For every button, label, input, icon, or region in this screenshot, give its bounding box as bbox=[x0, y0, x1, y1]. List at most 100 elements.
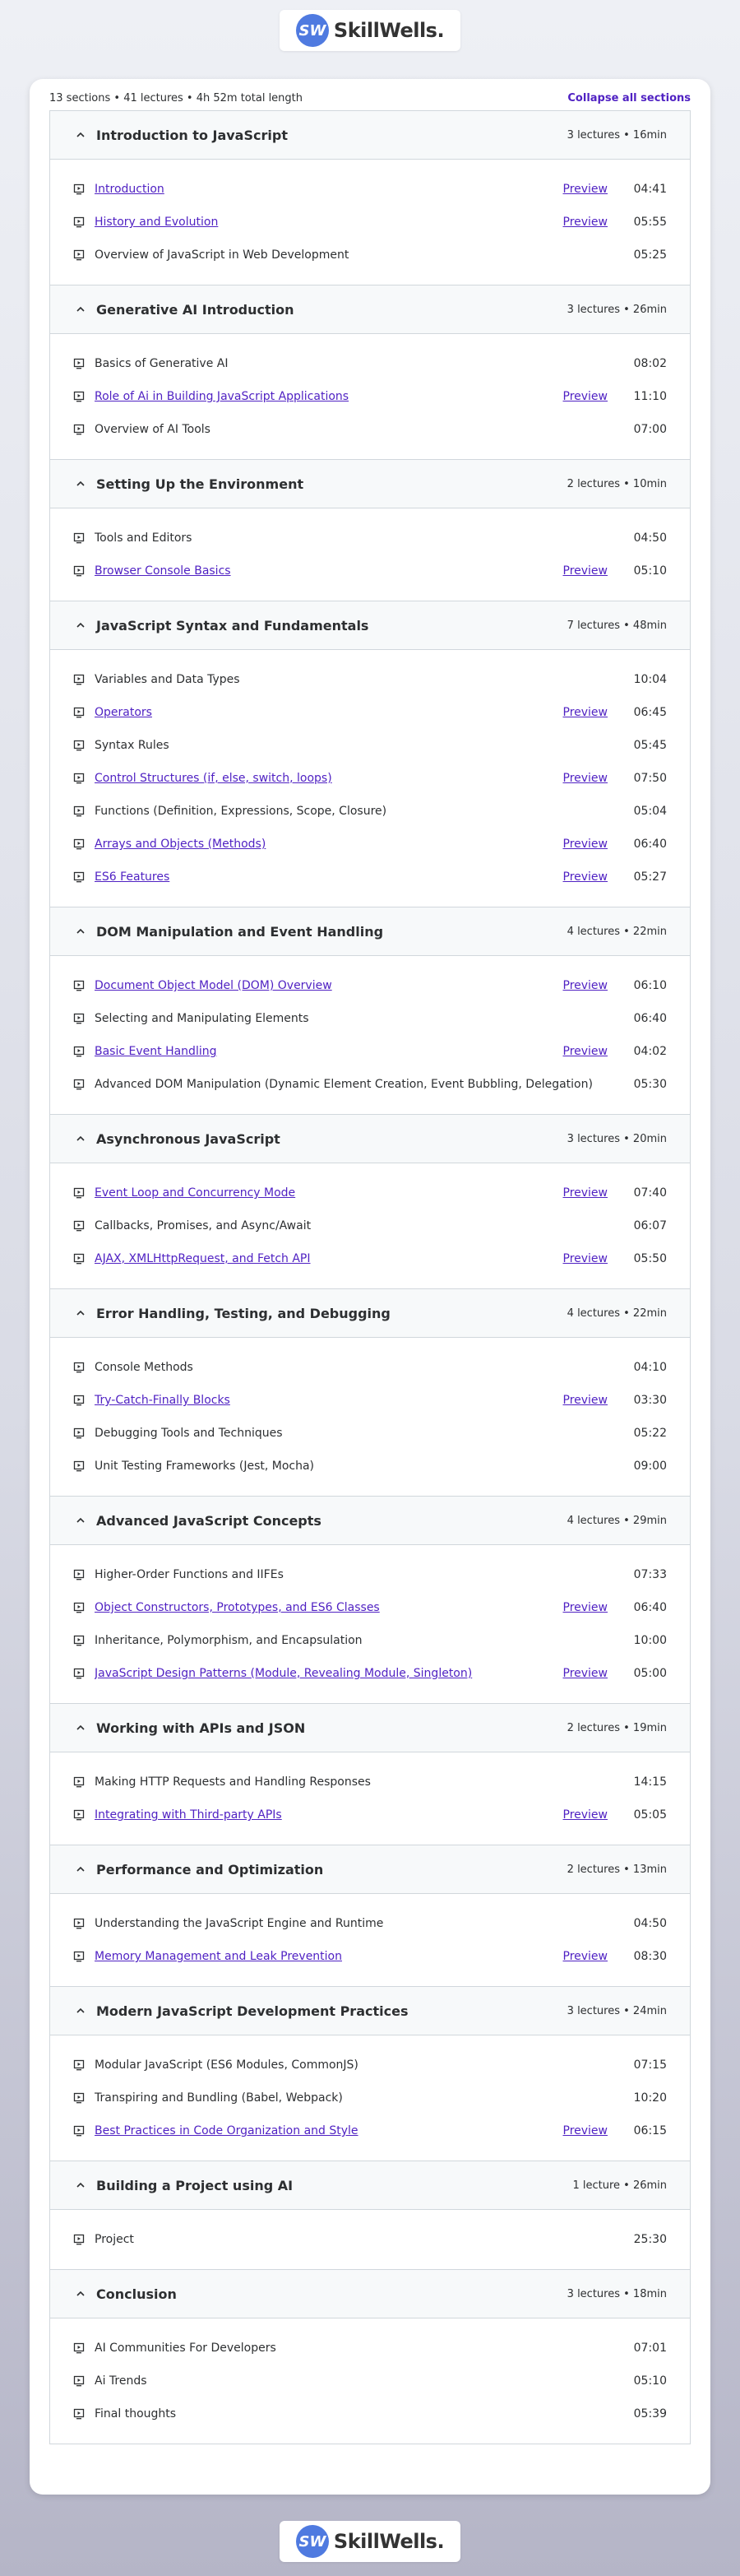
preview-link[interactable]: Preview bbox=[563, 1394, 608, 1407]
lecture-item[interactable]: Role of Ai in Building JavaScript Applic… bbox=[50, 380, 690, 413]
preview-link[interactable]: Preview bbox=[563, 1601, 608, 1614]
lecture-title[interactable]: Role of Ai in Building JavaScript Applic… bbox=[95, 390, 563, 403]
lecture-item[interactable]: JavaScript Design Patterns (Module, Reve… bbox=[50, 1657, 690, 1690]
preview-link[interactable]: Preview bbox=[563, 216, 608, 229]
lecture-duration: 10:20 bbox=[633, 2091, 667, 2105]
preview-link[interactable]: Preview bbox=[563, 838, 608, 851]
lecture-item[interactable]: Memory Management and Leak Prevention Pre… bbox=[50, 1940, 690, 1973]
lecture-title[interactable]: Browser Console Basics bbox=[95, 564, 563, 578]
curriculum-card: 13 sections • 41 lectures • 4h 52m total… bbox=[30, 79, 710, 2495]
lecture-title[interactable]: JavaScript Design Patterns (Module, Reve… bbox=[95, 1667, 563, 1680]
lecture-item[interactable]: Basic Event Handling Preview 04:02 bbox=[50, 1035, 690, 1068]
lecture-item[interactable]: Best Practices in Code Organization and … bbox=[50, 2114, 690, 2147]
section-header[interactable]: Asynchronous JavaScript 3 lectures • 20mi… bbox=[50, 1115, 690, 1163]
lecture-title[interactable]: Event Loop and Concurrency Mode bbox=[95, 1186, 563, 1200]
video-icon bbox=[73, 1635, 85, 1646]
lecture-duration: 04:02 bbox=[633, 1045, 667, 1058]
lecture-title[interactable]: Arrays and Objects (Methods) bbox=[95, 838, 563, 851]
lecture-item[interactable]: ES6 Features Preview 05:27 bbox=[50, 861, 690, 893]
lecture-title[interactable]: Document Object Model (DOM) Overview bbox=[95, 979, 563, 992]
lecture-title[interactable]: Operators bbox=[95, 706, 563, 719]
lecture-duration: 05:27 bbox=[633, 870, 667, 884]
lecture-item[interactable]: AJAX, XMLHttpRequest, and Fetch API Previ… bbox=[50, 1242, 690, 1275]
section-lecture-list: Understanding the JavaScript Engine and … bbox=[50, 1894, 690, 1987]
section-title: Conclusion bbox=[96, 2286, 177, 2302]
lecture-title[interactable]: Try-Catch-Finally Blocks bbox=[95, 1394, 563, 1407]
lecture-item[interactable]: Object Constructors, Prototypes, and ES6… bbox=[50, 1591, 690, 1624]
lecture-title: Overview of JavaScript in Web Developmen… bbox=[95, 248, 349, 262]
collapse-all-button[interactable]: Collapse all sections bbox=[567, 92, 691, 104]
section-header[interactable]: Introduction to JavaScript 3 lectures • 1… bbox=[50, 111, 690, 160]
section-meta: 2 lectures • 13min bbox=[567, 1863, 667, 1876]
brand-logo-bottom[interactable]: SW SkillWells. bbox=[280, 2521, 460, 2562]
section-title: Performance and Optimization bbox=[96, 1861, 324, 1877]
lecture-duration: 07:33 bbox=[633, 1568, 667, 1581]
brand-logo-top[interactable]: SW SkillWells. bbox=[280, 10, 460, 51]
section-header[interactable]: Generative AI Introduction 3 lectures • 2… bbox=[50, 285, 690, 334]
section-header[interactable]: Error Handling, Testing, and Debugging 4 … bbox=[50, 1289, 690, 1338]
preview-link[interactable]: Preview bbox=[563, 564, 608, 578]
lecture-title[interactable]: ES6 Features bbox=[95, 870, 563, 884]
section-header[interactable]: Setting Up the Environment 2 lectures • 1… bbox=[50, 460, 690, 508]
video-icon bbox=[73, 707, 85, 718]
lecture-item[interactable]: Try-Catch-Finally Blocks Preview 03:30 bbox=[50, 1384, 690, 1417]
lecture-item: Tools and Editors 04:50 bbox=[50, 522, 690, 555]
section-header[interactable]: Working with APIs and JSON 2 lectures • 1… bbox=[50, 1704, 690, 1752]
preview-link[interactable]: Preview bbox=[563, 390, 608, 403]
section-header[interactable]: JavaScript Syntax and Fundamentals 7 lect… bbox=[50, 601, 690, 650]
lecture-title[interactable]: Best Practices in Code Organization and … bbox=[95, 2124, 563, 2137]
lecture-item[interactable]: Integrating with Third-party APIs Preview… bbox=[50, 1799, 690, 1831]
preview-link[interactable]: Preview bbox=[563, 1667, 608, 1680]
lecture-duration: 05:05 bbox=[633, 1808, 667, 1822]
lecture-title: Ai Trends bbox=[95, 2374, 147, 2388]
lecture-title: Advanced DOM Manipulation (Dynamic Eleme… bbox=[95, 1078, 593, 1091]
section-header[interactable]: Conclusion 3 lectures • 18min bbox=[50, 2270, 690, 2318]
lecture-title[interactable]: History and Evolution bbox=[95, 216, 563, 229]
lecture-duration: 05:30 bbox=[633, 1078, 667, 1091]
section-meta: 1 lecture • 26min bbox=[572, 2179, 667, 2192]
preview-link[interactable]: Preview bbox=[563, 706, 608, 719]
lecture-title: Inheritance, Polymorphism, and Encapsula… bbox=[95, 1634, 363, 1647]
lecture-title[interactable]: Object Constructors, Prototypes, and ES6… bbox=[95, 1601, 563, 1614]
lecture-item[interactable]: Event Loop and Concurrency Mode Preview 07… bbox=[50, 1177, 690, 1209]
preview-link[interactable]: Preview bbox=[563, 1252, 608, 1265]
lecture-item[interactable]: Arrays and Objects (Methods) Preview 06:40 bbox=[50, 828, 690, 861]
preview-link[interactable]: Preview bbox=[563, 870, 608, 884]
preview-link[interactable]: Preview bbox=[563, 1186, 608, 1200]
section-header[interactable]: Modern JavaScript Development Practices 3… bbox=[50, 1987, 690, 2035]
lecture-title[interactable]: AJAX, XMLHttpRequest, and Fetch API bbox=[95, 1252, 563, 1265]
section-title: Asynchronous JavaScript bbox=[96, 1130, 280, 1147]
lecture-title: Modular JavaScript (ES6 Modules, CommonJ… bbox=[95, 2058, 358, 2072]
lecture-title: Transpiring and Bundling (Babel, Webpack… bbox=[95, 2091, 343, 2105]
preview-link[interactable]: Preview bbox=[563, 2124, 608, 2137]
lecture-title[interactable]: Memory Management and Leak Prevention bbox=[95, 1950, 563, 1963]
preview-link[interactable]: Preview bbox=[563, 772, 608, 785]
lecture-item[interactable]: Document Object Model (DOM) Overview Prev… bbox=[50, 969, 690, 1002]
lecture-item[interactable]: History and Evolution Preview 05:55 bbox=[50, 206, 690, 239]
preview-link[interactable]: Preview bbox=[563, 1808, 608, 1822]
lecture-item[interactable]: Introduction Preview 04:41 bbox=[50, 173, 690, 206]
lecture-title[interactable]: Introduction bbox=[95, 183, 563, 196]
section-lecture-list: Tools and Editors 04:50 Browser Console Ba… bbox=[50, 508, 690, 601]
lecture-title[interactable]: Control Structures (if, else, switch, lo… bbox=[95, 772, 563, 785]
lecture-item[interactable]: Operators Preview 06:45 bbox=[50, 696, 690, 729]
section-header[interactable]: Advanced JavaScript Concepts 4 lectures •… bbox=[50, 1497, 690, 1545]
chevron-up-icon bbox=[75, 1722, 86, 1734]
lecture-duration: 06:40 bbox=[633, 1012, 667, 1025]
lecture-title[interactable]: Basic Event Handling bbox=[95, 1045, 563, 1058]
brand-name: SkillWells. bbox=[333, 2530, 445, 2553]
lecture-item[interactable]: Control Structures (if, else, switch, lo… bbox=[50, 762, 690, 795]
lecture-title: Final thoughts bbox=[95, 2407, 177, 2421]
section-header[interactable]: Building a Project using AI 1 lecture • 2… bbox=[50, 2161, 690, 2210]
lecture-duration: 05:22 bbox=[633, 1427, 667, 1440]
lecture-item[interactable]: Browser Console Basics Preview 05:10 bbox=[50, 555, 690, 587]
preview-link[interactable]: Preview bbox=[563, 1045, 608, 1058]
lecture-duration: 05:10 bbox=[633, 2374, 667, 2388]
section-header[interactable]: Performance and Optimization 2 lectures •… bbox=[50, 1845, 690, 1894]
preview-link[interactable]: Preview bbox=[563, 979, 608, 992]
lecture-title[interactable]: Integrating with Third-party APIs bbox=[95, 1808, 563, 1822]
section-header[interactable]: DOM Manipulation and Event Handling 4 lec… bbox=[50, 907, 690, 956]
lecture-item: Modular JavaScript (ES6 Modules, CommonJ… bbox=[50, 2049, 690, 2082]
preview-link[interactable]: Preview bbox=[563, 1950, 608, 1963]
preview-link[interactable]: Preview bbox=[563, 183, 608, 196]
